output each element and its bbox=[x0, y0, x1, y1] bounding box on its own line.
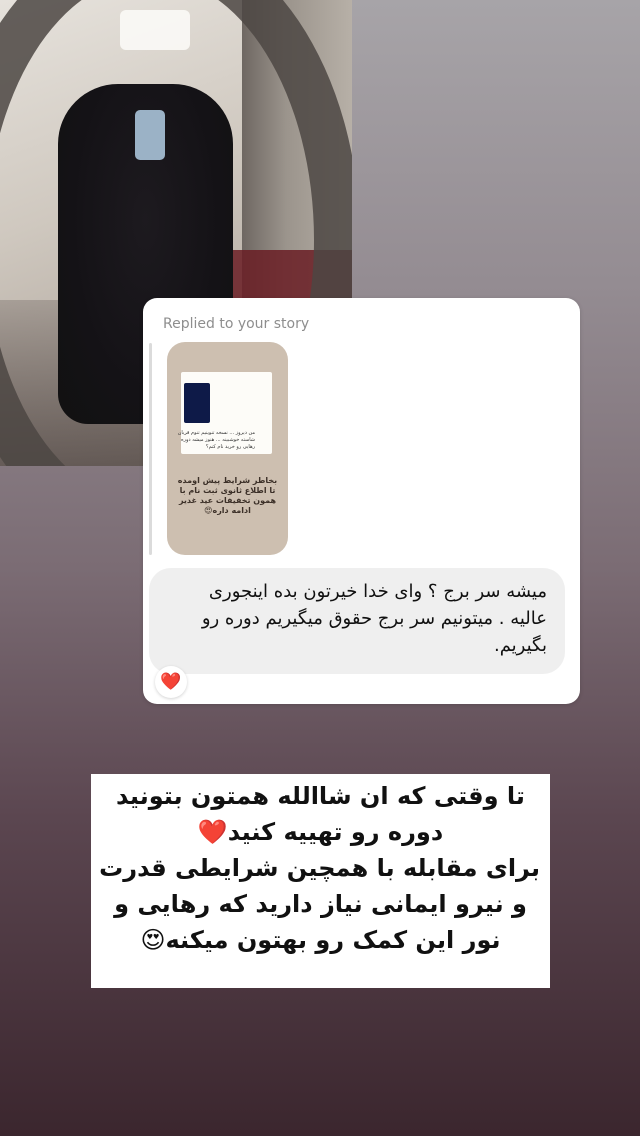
thumbnail-message-text: من دیروز ... نسخه تنوینیم تنوم قربان شاس… bbox=[177, 430, 255, 450]
message-bubble: میشه سر برج ؟ وای خدا خیرتون بده اینجوری… bbox=[149, 568, 565, 674]
thumbnail-phone-image bbox=[184, 383, 210, 423]
caption-line: دوره رو تهییه کنید❤️ bbox=[197, 818, 444, 846]
story-thumbnail[interactable]: من دیروز ... نسخه تنوینیم تنوم قربان شاس… bbox=[167, 342, 288, 555]
heart-reaction-icon[interactable]: ❤️ bbox=[155, 666, 187, 698]
story-caption: تا وقتی که ان شاالله همتون بتونید دوره ر… bbox=[91, 774, 550, 988]
story-reply-card: Replied to your story من دیروز ... نسخه … bbox=[143, 298, 580, 704]
caption-line: و نیرو ایمانی نیاز دارید که رهایی و bbox=[114, 890, 527, 918]
replied-header: Replied to your story bbox=[163, 316, 310, 332]
thumbnail-caption: بخاطر شرایط پیش اومده تا اطلاع ثانوی ثبت… bbox=[177, 476, 278, 515]
caption-line: تا وقتی که ان شاالله همتون بتونید bbox=[116, 782, 525, 810]
caption-line: برای مقابله با همچین شرایطی قدرت bbox=[99, 854, 540, 882]
reply-quote-bar bbox=[149, 343, 152, 555]
caption-line: نور این کمک رو بهتون میکنه😍 bbox=[140, 926, 501, 954]
